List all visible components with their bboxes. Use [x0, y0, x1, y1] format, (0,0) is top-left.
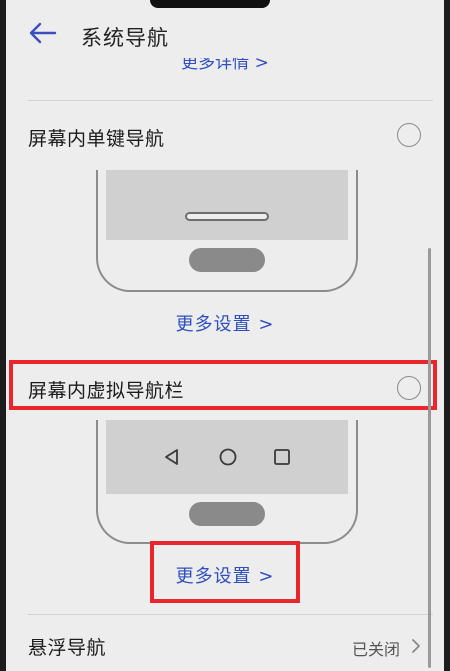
triangle-back-icon	[165, 449, 178, 465]
screen: 系统导航 更多详情 > 屏幕内单键导航 更多设置 > 屏幕内虚拟导航栏 更多设置…	[0, 0, 450, 671]
more-details-link[interactable]: 更多详情 >	[0, 58, 450, 74]
square-recent-icon	[274, 449, 290, 465]
option-virtual-nav-bar-radio[interactable]	[397, 376, 421, 400]
single-key-nav-illustration	[96, 170, 358, 292]
header-bar: 系统导航	[6, 0, 444, 62]
divider	[28, 614, 433, 615]
scrollbar[interactable]	[428, 248, 431, 668]
illustration-screen	[106, 170, 348, 240]
device-notch	[150, 0, 270, 8]
virtual-nav-bar-illustration	[96, 420, 358, 544]
option-virtual-nav-more-settings-link[interactable]: 更多设置 >	[0, 562, 450, 588]
home-key-icon	[189, 502, 265, 526]
option-single-key-more-settings-link[interactable]: 更多设置 >	[0, 310, 450, 336]
option-single-key-nav-radio[interactable]	[397, 123, 421, 147]
divider	[28, 100, 433, 101]
floating-nav-status: 已关闭	[352, 640, 401, 659]
pill-nav-bar-icon	[185, 212, 269, 221]
circle-home-icon	[219, 448, 237, 466]
home-key-icon	[189, 248, 265, 272]
arrow-left-icon[interactable]	[28, 22, 58, 44]
floating-nav-label[interactable]: 悬浮导航	[28, 633, 106, 660]
device-bezel-left	[0, 0, 6, 671]
option-virtual-nav-bar-label[interactable]: 屏幕内虚拟导航栏	[28, 376, 184, 403]
device-bezel-right	[444, 0, 450, 671]
chevron-right-icon[interactable]	[410, 638, 422, 654]
option-single-key-nav-label[interactable]: 屏幕内单键导航	[28, 124, 165, 151]
page-title: 系统导航	[81, 26, 169, 50]
